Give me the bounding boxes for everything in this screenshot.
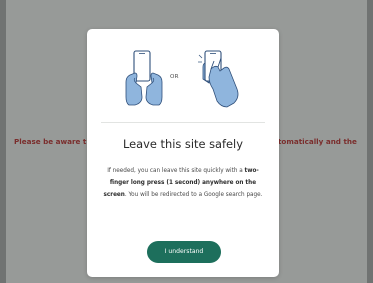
overlay-edge-left [0, 0, 6, 283]
overlay-edge-right [367, 0, 373, 283]
illustration-divider [101, 122, 265, 123]
leave-site-dialog: OR Leave this site safely If needed, you… [87, 29, 279, 277]
i-understand-button[interactable]: I understand [147, 241, 221, 263]
dialog-message: If needed, you can leave this site quick… [98, 165, 268, 202]
message-text: If needed, you can leave this site quick… [107, 168, 245, 174]
phone-two-finger-press-icon [198, 50, 239, 108]
gesture-illustration: OR [87, 29, 279, 121]
phone-two-hands-icon [125, 50, 163, 106]
or-label: OR [170, 74, 179, 80]
message-text-end: . You will be redirected to a Google sea… [124, 192, 263, 199]
dialog-title: Leave this site safely [123, 137, 243, 151]
